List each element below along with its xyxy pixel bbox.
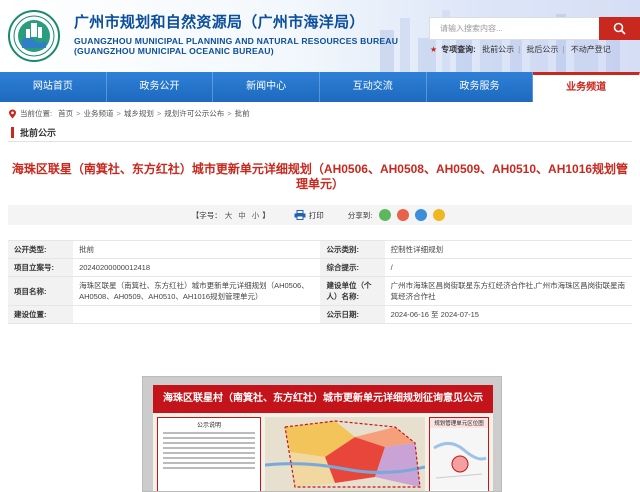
special-query-link[interactable]: 不动产登记 [571, 45, 611, 54]
info-key: 公示类别: [320, 240, 385, 259]
nav-item-news[interactable]: 新闻中心 [213, 72, 320, 102]
info-value: 控制性详细规划 [384, 240, 632, 259]
site-header: 广州市规划和自然资源局（广州市海洋局） GUANGZHOU MUNICIPAL … [0, 0, 640, 72]
breadcrumb-item[interactable]: 规划许可公示公布 [164, 108, 224, 119]
info-key: 建设单位（个人）名称: [320, 276, 385, 306]
info-value: 海珠区联星（南箕社、东方红社）城市更新单元详细规划（AH0506、AH0508、… [73, 276, 321, 306]
font-size-large[interactable]: 大 [225, 210, 233, 221]
nav-item-home[interactable]: 网站首页 [0, 72, 107, 102]
section-header: 批前公示 [8, 124, 632, 142]
info-key: 综合提示: [320, 258, 385, 277]
print-button[interactable]: 打印 [294, 210, 324, 221]
breadcrumb-item[interactable]: 首页 [58, 108, 73, 119]
plan-map [265, 417, 425, 491]
breadcrumb-label: 当前位置: [20, 109, 53, 118]
poster-title: 海珠区联星村（南箕社、东方红社）城市更新单元详细规划征询意见公示 [153, 385, 493, 413]
info-value [73, 305, 321, 324]
page-title: 海珠区联星（南箕社、东方红社）城市更新单元详细规划（AH0506、AH0508、… [11, 162, 629, 191]
font-size-small[interactable]: 小 [252, 210, 260, 221]
qq-icon[interactable] [415, 209, 428, 221]
breadcrumb-item[interactable]: 业务频道 [83, 108, 113, 119]
info-value: 广州市海珠区昌岗街联星东方红经济合作社,广州市海珠区昌岗街联星南箕经济合作社 [384, 276, 632, 306]
info-key: 公开类型: [8, 240, 74, 259]
info-value: / [384, 258, 632, 277]
nav-item-services[interactable]: 政务服务 [427, 72, 534, 102]
share-controls: 分享到: [348, 209, 449, 221]
breadcrumb-item[interactable]: 城乡规划 [124, 108, 154, 119]
poster-notice: 公示说明 [157, 417, 261, 491]
site-title-en-sub: (GUANGZHOU MUNICIPAL OCEANIC BUREAU) [74, 46, 274, 56]
special-query-label: 专项查询: [441, 45, 476, 54]
poster-location-title: 规划管理单元区位图 [430, 418, 488, 428]
qzone-icon[interactable] [433, 209, 446, 221]
font-size-close: 】 [262, 210, 270, 220]
project-info-table: 公开类型: 批前 公示类别: 控制性详细规划 项目立案号: 2024020000… [8, 240, 632, 324]
article-toolbar: 【字号： 大 中 小 】 打印 分享到: [8, 205, 632, 225]
wechat-icon[interactable] [379, 209, 392, 221]
font-size-medium[interactable]: 中 [238, 210, 246, 221]
font-size-controls: 【字号： 大 中 小 】 [192, 210, 270, 221]
table-row: 项目立案号: 20240200000012418 综合提示: / [8, 258, 632, 277]
bureau-logo[interactable] [8, 10, 60, 62]
share-label: 分享到: [347, 210, 373, 220]
poster-notice-title: 公示说明 [196, 423, 221, 429]
star-icon: ★ [430, 45, 438, 54]
site-title-en: GUANGZHOU MUNICIPAL PLANNING AND NATURAL… [74, 36, 399, 46]
search-input[interactable]: 请输入搜索内容... [429, 17, 599, 40]
info-value: 20240200000012418 [73, 258, 321, 277]
poster-body: 公示说明 规划管理单元区位图 [153, 413, 493, 491]
weibo-icon[interactable] [397, 209, 410, 221]
table-row: 公开类型: 批前 公示类别: 控制性详细规划 [8, 240, 632, 259]
table-row: 建设位置: 公示日期: 2024-06-16 至 2024-07-15 [8, 305, 632, 324]
breadcrumb: 当前位置: 首页 > 业务频道 > 城乡规划 > 规划许可公示公布 > 批前 [8, 108, 250, 119]
info-value: 2024-06-16 至 2024-07-15 [384, 305, 632, 324]
print-label: 打印 [308, 210, 324, 220]
search-icon [613, 22, 626, 35]
section-marker [11, 127, 14, 138]
special-query-link[interactable]: 批前公示 [482, 45, 514, 54]
main-nav: 网站首页 政务公开 新闻中心 互动交流 政务服务 业务频道 [0, 72, 640, 102]
nav-item-business[interactable]: 业务频道 [533, 72, 640, 102]
table-row: 项目名称: 海珠区联星（南箕社、东方红社）城市更新单元详细规划（AH0506、A… [8, 276, 632, 306]
special-query: ★ 专项查询: 批前公示 | 批后公示 | 不动产登记 [430, 45, 611, 54]
font-size-label: 【字号： [191, 210, 222, 220]
info-value: 批前 [73, 240, 321, 259]
section-title: 批前公示 [20, 128, 57, 138]
printer-icon [294, 210, 306, 220]
site-title: 广州市规划和自然资源局（广州市海洋局） [74, 14, 365, 31]
location-map [430, 428, 488, 490]
info-key: 项目名称: [8, 276, 74, 306]
plan-poster-image[interactable]: 海珠区联星村（南箕社、东方红社）城市更新单元详细规划征询意见公示 公示说明 规划… [142, 376, 502, 492]
search-button[interactable] [599, 17, 640, 40]
special-query-link[interactable]: 批后公示 [526, 45, 558, 54]
nav-item-interaction[interactable]: 互动交流 [320, 72, 427, 102]
info-key: 公示日期: [320, 305, 385, 324]
info-key: 建设位置: [8, 305, 74, 324]
poster-location-panel: 规划管理单元区位图 [429, 417, 489, 491]
breadcrumb-item[interactable]: 批前 [235, 108, 250, 119]
nav-item-gov-info[interactable]: 政务公开 [107, 72, 214, 102]
info-key: 项目立案号: [8, 258, 74, 277]
location-pin-icon [9, 109, 16, 118]
